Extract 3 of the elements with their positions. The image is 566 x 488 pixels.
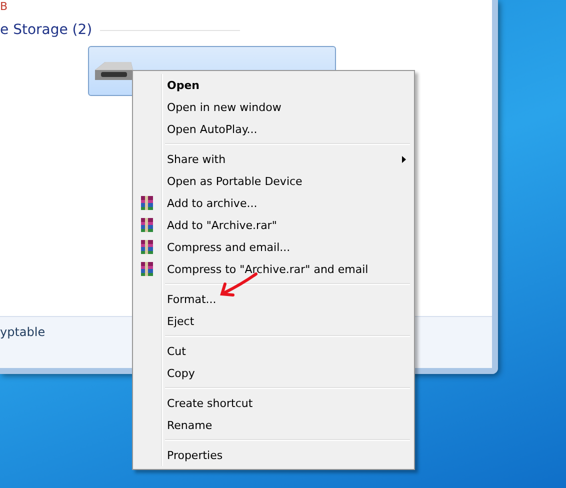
size-text: B [0, 0, 9, 14]
group-header: e Storage (2) [0, 22, 92, 38]
details-text: yptable [0, 325, 46, 341]
